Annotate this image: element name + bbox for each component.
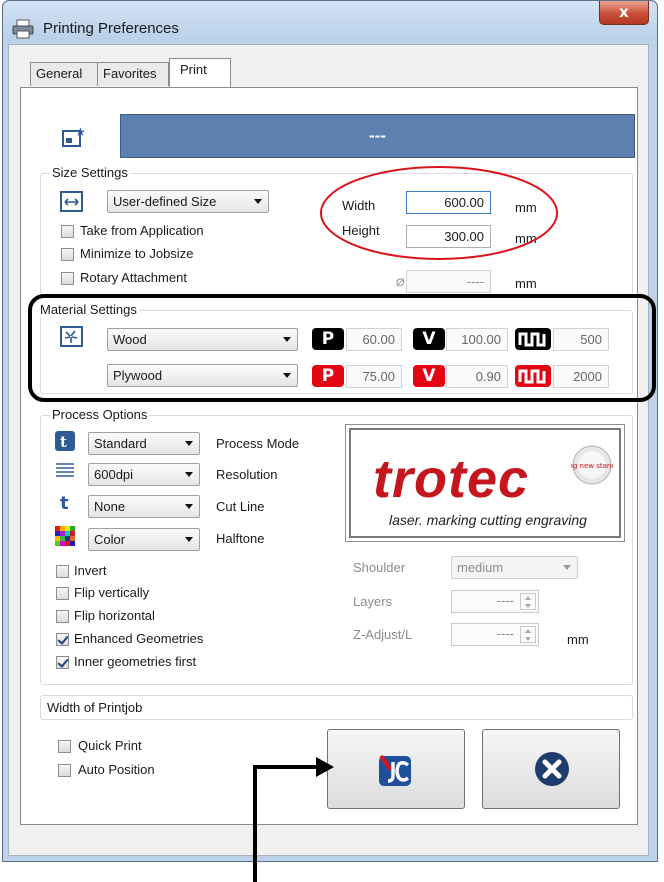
trotec-tagline: laser. marking cutting engraving — [389, 512, 587, 528]
rotary-attachment-checkbox[interactable] — [61, 272, 74, 285]
spinner-arrows-icon[interactable] — [520, 593, 536, 610]
flip-horizontal-label: Flip horizontal — [74, 608, 155, 623]
take-from-application-checkbox[interactable] — [61, 225, 74, 238]
process-mode-value: Standard — [94, 436, 147, 451]
annotation-arrow — [253, 757, 334, 882]
cut-line-select[interactable]: None — [88, 495, 200, 518]
trotec-logo-frame: trotec setting new standards laser. mark… — [345, 424, 625, 542]
enhanced-geometries-label: Enhanced Geometries — [74, 631, 204, 646]
width-of-printjob-label: Width of Printjob — [47, 700, 143, 715]
print-to-jobcontrol-button[interactable] — [327, 729, 465, 809]
take-from-application-label: Take from Application — [80, 223, 204, 238]
halftone-value: Color — [94, 532, 126, 547]
chevron-down-icon — [185, 537, 193, 542]
invert-checkbox[interactable] — [56, 565, 69, 578]
flip-horizontal-checkbox[interactable] — [56, 610, 69, 623]
cancel-x-icon — [535, 752, 569, 786]
rotary-attachment-label: Rotary Attachment — [80, 270, 187, 285]
jobcontrol-logo-icon — [379, 754, 411, 786]
chevron-down-icon — [563, 565, 571, 570]
width-of-printjob-bar: Width of Printjob — [40, 695, 633, 720]
size-settings-label: Size Settings — [50, 165, 130, 180]
z-adjust-label: Z-Adjust/L — [353, 627, 413, 642]
z-adjust-unit: mm — [567, 632, 589, 647]
printer-icon — [12, 19, 34, 39]
chevron-down-icon — [185, 472, 193, 477]
layers-label: Layers — [353, 594, 393, 609]
cut-line-icon: t — [60, 493, 69, 513]
quick-print-label: Quick Print — [78, 738, 142, 753]
quick-print-checkbox[interactable] — [58, 740, 71, 753]
material-settings-highlight — [28, 294, 656, 402]
auto-position-label: Auto Position — [78, 762, 155, 777]
trotec-logo: trotec setting new standards laser. mark… — [349, 428, 621, 538]
process-mode-icon: t — [55, 431, 75, 451]
svg-text:t: t — [60, 493, 69, 513]
chevron-down-icon — [185, 441, 193, 446]
standards-seal-icon: setting new standards — [571, 445, 613, 485]
resolution-select[interactable]: 600dpi — [88, 463, 200, 486]
window-title: Printing Preferences — [43, 20, 179, 37]
tab-favorites[interactable]: Favorites — [97, 62, 169, 86]
cut-line-label: Cut Line — [216, 499, 265, 514]
trotec-brand-text: trotec — [373, 449, 530, 509]
tab-general[interactable]: General — [30, 62, 98, 86]
cancel-button[interactable] — [482, 729, 620, 809]
minimize-to-jobsize-checkbox[interactable] — [61, 248, 74, 261]
close-window-button[interactable]: x — [599, 1, 649, 25]
shoulder-value: medium — [457, 560, 504, 575]
process-options-label: Process Options — [50, 407, 150, 422]
size-icon — [60, 191, 83, 212]
process-mode-select[interactable]: Standard — [88, 432, 200, 455]
auto-position-checkbox[interactable] — [58, 764, 71, 777]
halftone-label: Halftone — [216, 531, 265, 546]
resolution-value: 600dpi — [94, 467, 134, 482]
diameter-symbol: Ø — [396, 277, 405, 289]
flip-vertically-label: Flip vertically — [74, 585, 150, 600]
minimize-to-jobsize-label: Minimize to Jobsize — [80, 246, 194, 261]
inner-geometries-first-label: Inner geometries first — [74, 654, 197, 669]
flip-vertically-checkbox[interactable] — [56, 587, 69, 600]
diameter-unit: mm — [515, 276, 537, 291]
chevron-down-icon — [185, 504, 193, 509]
tab-print[interactable]: Print — [169, 58, 231, 87]
job-settings-icon[interactable]: ★ — [62, 126, 86, 148]
halftone-icon — [55, 526, 75, 546]
enhanced-geometries-checkbox[interactable] — [56, 633, 69, 646]
invert-label: Invert — [74, 563, 107, 578]
width-height-highlight — [320, 166, 558, 260]
shoulder-select[interactable]: medium — [451, 556, 578, 579]
job-name-banner: --- — [120, 114, 635, 158]
spinner-arrows-icon[interactable] — [520, 626, 536, 643]
shoulder-label: Shoulder — [353, 560, 406, 575]
layers-spinner[interactable]: ---- — [451, 590, 539, 613]
svg-text:★: ★ — [75, 126, 86, 139]
z-adjust-value: ---- — [496, 626, 514, 641]
chevron-down-icon — [254, 199, 262, 204]
diameter-input[interactable]: ---- — [406, 270, 491, 293]
z-adjust-spinner[interactable]: ---- — [451, 623, 539, 646]
resolution-icon — [56, 463, 74, 477]
inner-geometries-first-checkbox[interactable] — [56, 656, 69, 669]
size-mode-value: User-defined Size — [113, 194, 217, 209]
process-mode-label: Process Mode — [216, 436, 300, 451]
svg-text:t: t — [60, 433, 67, 451]
layers-value: ---- — [496, 593, 514, 608]
cut-line-value: None — [94, 499, 126, 514]
resolution-label: Resolution — [216, 467, 278, 482]
standards-seal-text: setting new standards — [571, 462, 613, 470]
size-mode-select[interactable]: User-defined Size — [107, 190, 269, 213]
close-icon: x — [619, 3, 629, 21]
halftone-select[interactable]: Color — [88, 528, 200, 551]
